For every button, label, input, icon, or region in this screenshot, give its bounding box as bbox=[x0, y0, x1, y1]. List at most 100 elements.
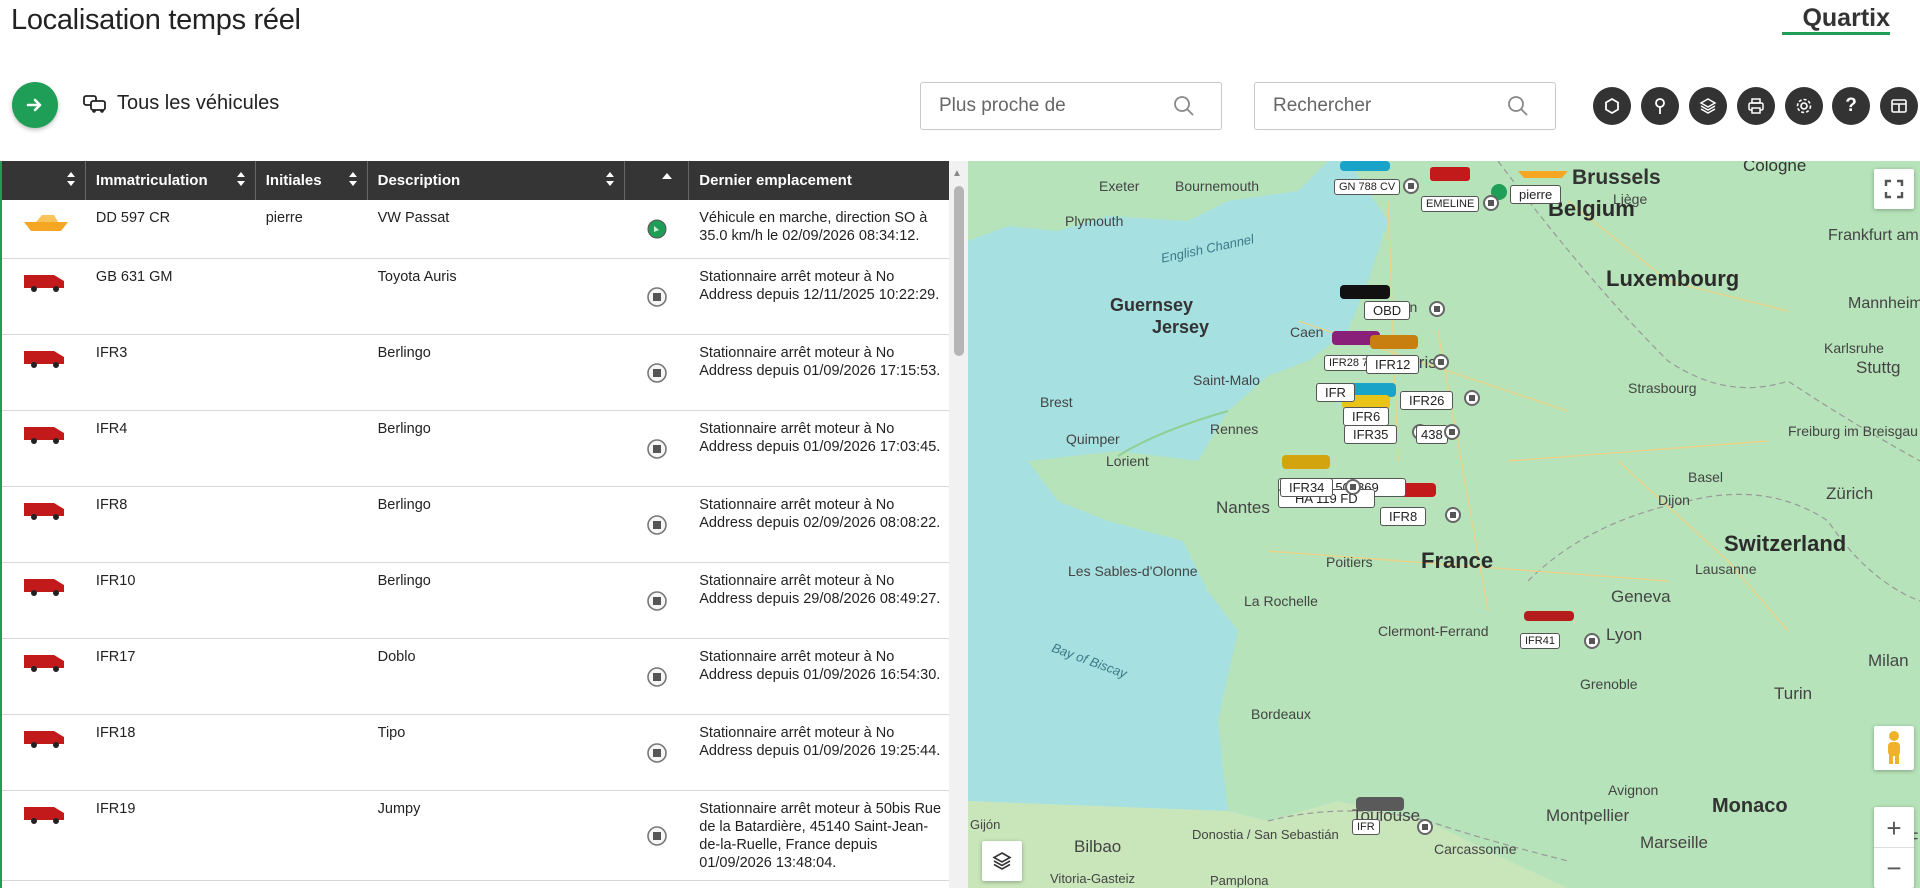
table-row[interactable]: IFR8 Berlingo Stationnaire arrêt moteur à … bbox=[2, 487, 949, 563]
column-description[interactable]: Description bbox=[368, 161, 626, 200]
map[interactable]: Exeter Bournemouth Plymouth Brussels Liè… bbox=[968, 161, 1920, 888]
table-row[interactable]: IFR17 Doblo Stationnaire arrêt moteur à No… bbox=[2, 639, 949, 715]
boat-marker-icon[interactable] bbox=[1516, 163, 1572, 179]
help-icon: ? bbox=[1845, 95, 1857, 116]
geofence-icon bbox=[1605, 97, 1619, 115]
map-layers-button[interactable] bbox=[982, 841, 1022, 881]
zoom-out-button[interactable]: − bbox=[1874, 848, 1914, 888]
table-row[interactable]: IFR10 Berlingo Stationnaire arrêt moteur à… bbox=[2, 563, 949, 639]
street-view-button[interactable] bbox=[1874, 726, 1914, 770]
vehicle-marker-label[interactable]: IFR35 bbox=[1344, 425, 1398, 444]
vehicle-marker-icon[interactable] bbox=[1338, 161, 1394, 173]
layout-button[interactable] bbox=[1880, 87, 1918, 125]
vehicle-marker-label[interactable]: 438 bbox=[1416, 425, 1448, 444]
help-button[interactable]: ? bbox=[1832, 87, 1870, 125]
arrow-right-icon bbox=[26, 98, 42, 112]
vehicle-marker-label[interactable]: EMELINE bbox=[1421, 196, 1480, 212]
map-label: Caen bbox=[1290, 324, 1324, 340]
zoom-controls: + − bbox=[1874, 807, 1914, 888]
vehicle-marker-label[interactable]: GN 788 CV bbox=[1334, 179, 1401, 195]
table-row[interactable]: IFR18 Tipo Stationnaire arrêt moteur à No … bbox=[2, 715, 949, 791]
table-row[interactable]: IFR4 Berlingo Stationnaire arrêt moteur à … bbox=[2, 411, 949, 487]
layers-button[interactable] bbox=[1689, 87, 1727, 125]
status-cell bbox=[625, 259, 689, 334]
vehicle-search[interactable] bbox=[1254, 82, 1556, 130]
vehicle-type-cell bbox=[2, 411, 86, 486]
last-location-cell: Stationnaire arrêt moteur à No Address d… bbox=[699, 725, 941, 759]
moving-status-icon bbox=[647, 219, 667, 239]
vehicle-marker-icon[interactable] bbox=[1338, 281, 1394, 303]
table-row[interactable]: IFR19 Jumpy Stationnaire arrêt moteur à 50… bbox=[2, 791, 949, 881]
vehicle-marker-icon[interactable] bbox=[1368, 331, 1424, 353]
vehicle-marker-label[interactable]: IFR bbox=[1316, 383, 1355, 402]
nearest-search[interactable] bbox=[920, 82, 1222, 130]
map-label: Exeter bbox=[1099, 178, 1140, 194]
search-input[interactable] bbox=[1255, 95, 1495, 117]
stopped-icon bbox=[1433, 354, 1449, 370]
table-row[interactable]: DD 597 CR pierre VW Passat Véhicule en marc… bbox=[2, 200, 949, 259]
map-label: Grenoble bbox=[1580, 676, 1638, 692]
initials-cell bbox=[256, 335, 368, 410]
layout-icon bbox=[1891, 99, 1907, 113]
vehicle-marker-label[interactable]: pierre bbox=[1510, 185, 1562, 204]
geofence-button[interactable] bbox=[1593, 87, 1631, 125]
vehicle-marker-label[interactable]: IFR41 bbox=[1520, 633, 1560, 649]
initials-cell bbox=[256, 639, 368, 714]
zoom-in-button[interactable]: + bbox=[1874, 808, 1914, 848]
column-registration[interactable]: Immatriculation bbox=[86, 161, 256, 200]
vehicle-filter[interactable]: Tous les véhicules bbox=[82, 92, 279, 115]
map-label: Bordeaux bbox=[1251, 706, 1311, 722]
vehicle-marker-icon[interactable] bbox=[1280, 451, 1336, 473]
vehicle-marker-label[interactable]: OBD bbox=[1364, 301, 1411, 320]
registration-cell: DD 597 CR bbox=[95, 210, 171, 226]
vehicle-marker-icon[interactable] bbox=[1428, 165, 1472, 183]
vehicle-marker-label[interactable]: IFR6 bbox=[1343, 407, 1390, 426]
vehicle-type-cell bbox=[2, 715, 86, 790]
vehicle-marker-label[interactable]: IFR34 bbox=[1280, 478, 1334, 497]
map-label: Poitiers bbox=[1326, 554, 1373, 570]
stopped-icon bbox=[1429, 301, 1445, 317]
initials-cell: pierre bbox=[265, 210, 303, 226]
registration-cell: IFR3 bbox=[95, 345, 128, 361]
vehicle-marker-label[interactable]: IFR26 bbox=[1400, 391, 1454, 410]
van-icon bbox=[24, 351, 64, 368]
map-label: Mannheim bbox=[1848, 295, 1920, 312]
column-icon-header[interactable] bbox=[2, 161, 86, 200]
vehicle-type-cell bbox=[2, 259, 86, 334]
vehicle-marker-icon[interactable] bbox=[1354, 793, 1410, 815]
table-scroll-thumb[interactable] bbox=[954, 186, 964, 356]
map-label: France bbox=[1421, 548, 1494, 573]
vehicle-marker-label[interactable]: IFR bbox=[1352, 819, 1380, 835]
description-cell: Berlingo bbox=[377, 573, 431, 589]
go-button[interactable] bbox=[12, 82, 58, 128]
van-icon bbox=[24, 807, 64, 824]
registration-cell: IFR18 bbox=[95, 725, 136, 741]
scroll-up-arrow[interactable]: ▲ bbox=[952, 168, 962, 179]
table-header: Immatriculation Initiales Description De… bbox=[2, 161, 949, 200]
map-label: Brussels bbox=[1572, 166, 1661, 189]
table-row[interactable]: IFR3 Berlingo Stationnaire arrêt moteur à … bbox=[2, 335, 949, 411]
nearest-input[interactable] bbox=[921, 95, 1161, 117]
registration-cell: IFR19 bbox=[95, 801, 136, 817]
vehicle-marker-label[interactable]: IFR8 bbox=[1380, 507, 1427, 526]
stopped-icon bbox=[1417, 819, 1433, 835]
initials-cell bbox=[256, 563, 368, 638]
print-icon bbox=[1748, 98, 1764, 114]
map-label: Karlsruhe bbox=[1824, 340, 1884, 356]
vehicle-table: Immatriculation Initiales Description De… bbox=[0, 161, 949, 888]
last-location-cell: Stationnaire arrêt moteur à No Address d… bbox=[699, 269, 940, 303]
table-row[interactable]: GB 631 GM Toyota Auris Stationnaire arrêt … bbox=[2, 259, 949, 335]
print-button[interactable] bbox=[1737, 87, 1775, 125]
map-label: La Rochelle bbox=[1244, 593, 1318, 609]
column-last-location[interactable]: Dernier emplacement bbox=[689, 161, 949, 200]
settings-button[interactable] bbox=[1785, 87, 1823, 125]
vehicle-marker-label[interactable]: IFR12 bbox=[1366, 355, 1420, 374]
map-label: Milan bbox=[1868, 651, 1909, 670]
column-description-label: Description bbox=[377, 172, 461, 189]
column-initials[interactable]: Initiales bbox=[256, 161, 368, 200]
column-state[interactable] bbox=[625, 161, 690, 200]
pin-button[interactable] bbox=[1641, 87, 1679, 125]
vehicle-marker-icon[interactable] bbox=[1522, 607, 1578, 625]
fullscreen-button[interactable] bbox=[1874, 169, 1914, 209]
stopped-icon bbox=[1584, 633, 1600, 649]
